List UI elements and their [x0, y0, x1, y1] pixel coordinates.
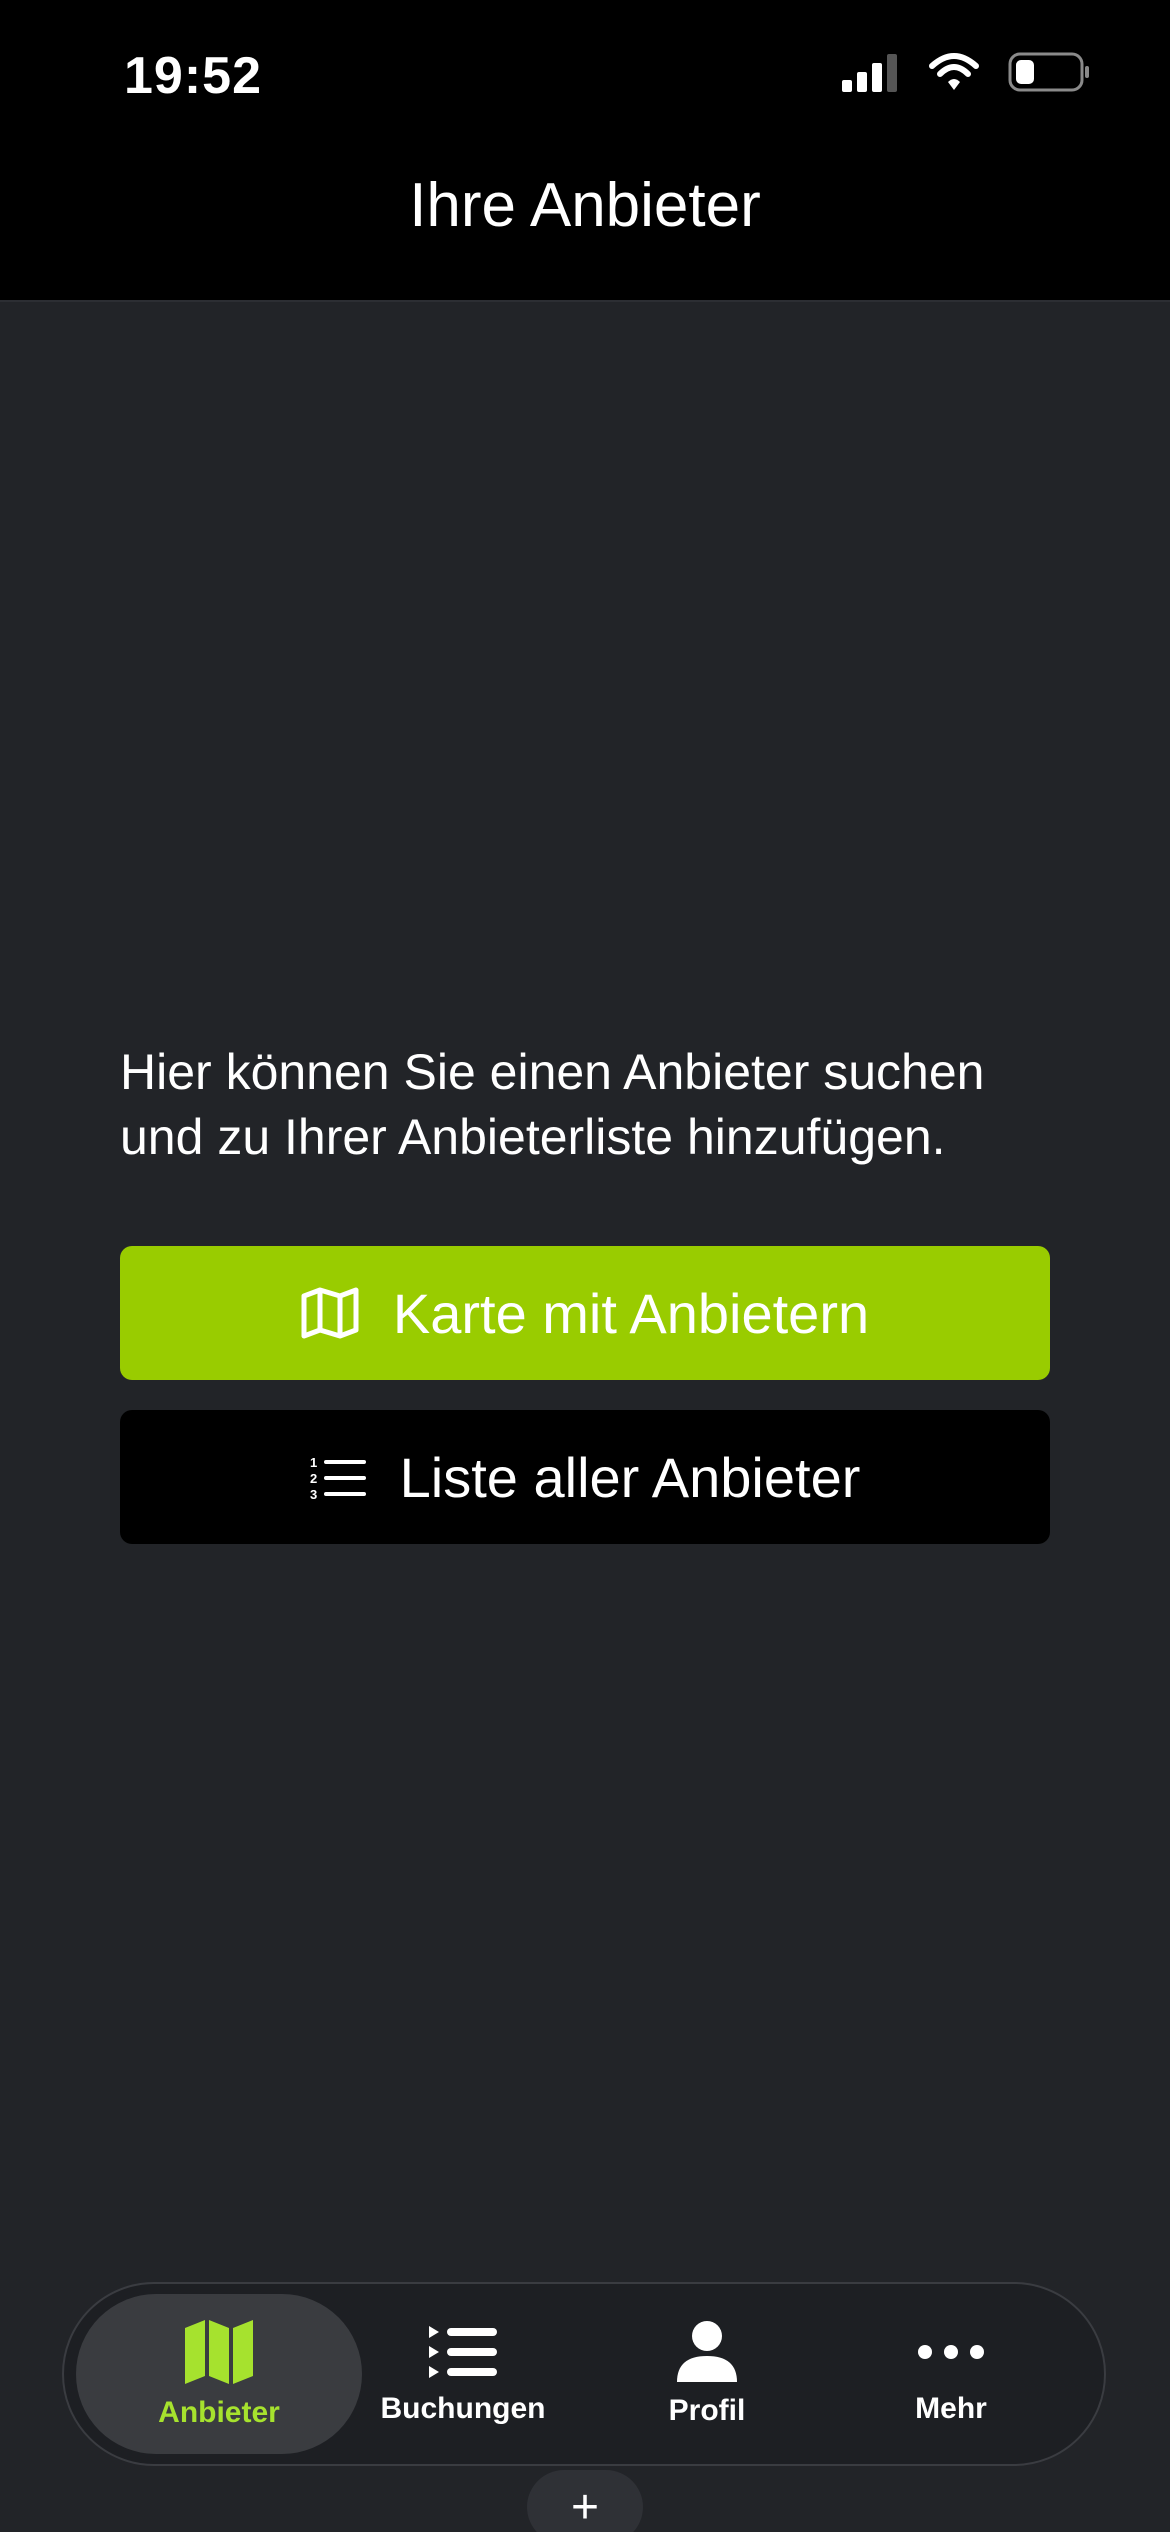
add-button[interactable]: + — [527, 2470, 643, 2532]
page-title: Ihre Anbieter — [409, 171, 761, 240]
tab-bar: Anbieter Buchungen Profil Mehr — [62, 2282, 1106, 2466]
list-button-label: Liste aller Anbieter — [399, 1445, 861, 1509]
tab-label: Mehr — [915, 2392, 987, 2425]
status-time: 19:52 — [124, 47, 262, 105]
svg-text:2: 2 — [310, 1471, 317, 1486]
svg-text:3: 3 — [310, 1487, 317, 1501]
wifi-icon — [929, 53, 979, 90]
numbered-list-icon: 1 2 3 — [310, 1453, 366, 1501]
status-bar: 19:52 — [0, 0, 1170, 150]
intro-text: Hier können Sie einen Anbieter suchen un… — [120, 1044, 985, 1165]
list-all-providers-button[interactable]: 1 2 3 Liste aller Anbieter — [120, 1410, 1050, 1544]
tab-label: Anbieter — [158, 2396, 280, 2429]
tab-label: Profil — [668, 2394, 746, 2427]
svg-text:1: 1 — [310, 1455, 317, 1470]
battery-icon — [1008, 52, 1089, 92]
map-icon — [301, 1286, 359, 1340]
map-with-providers-button[interactable]: Karte mit Anbietern — [120, 1246, 1050, 1380]
person-icon — [677, 2321, 737, 2382]
status-icons — [842, 52, 1090, 92]
more-icon — [918, 2345, 984, 2359]
navigation-bar: Ihre Anbieter — [0, 150, 1170, 302]
cellular-signal-icon — [842, 54, 897, 92]
tab-label: Buchungen — [380, 2392, 546, 2425]
main-content: Hier können Sie einen Anbieter suchen un… — [0, 302, 1170, 2532]
list-icon — [429, 2326, 497, 2378]
map-button-label: Karte mit Anbietern — [392, 1281, 870, 1345]
tab-mehr[interactable]: Mehr — [808, 2294, 1094, 2454]
map-icon — [185, 2320, 253, 2384]
